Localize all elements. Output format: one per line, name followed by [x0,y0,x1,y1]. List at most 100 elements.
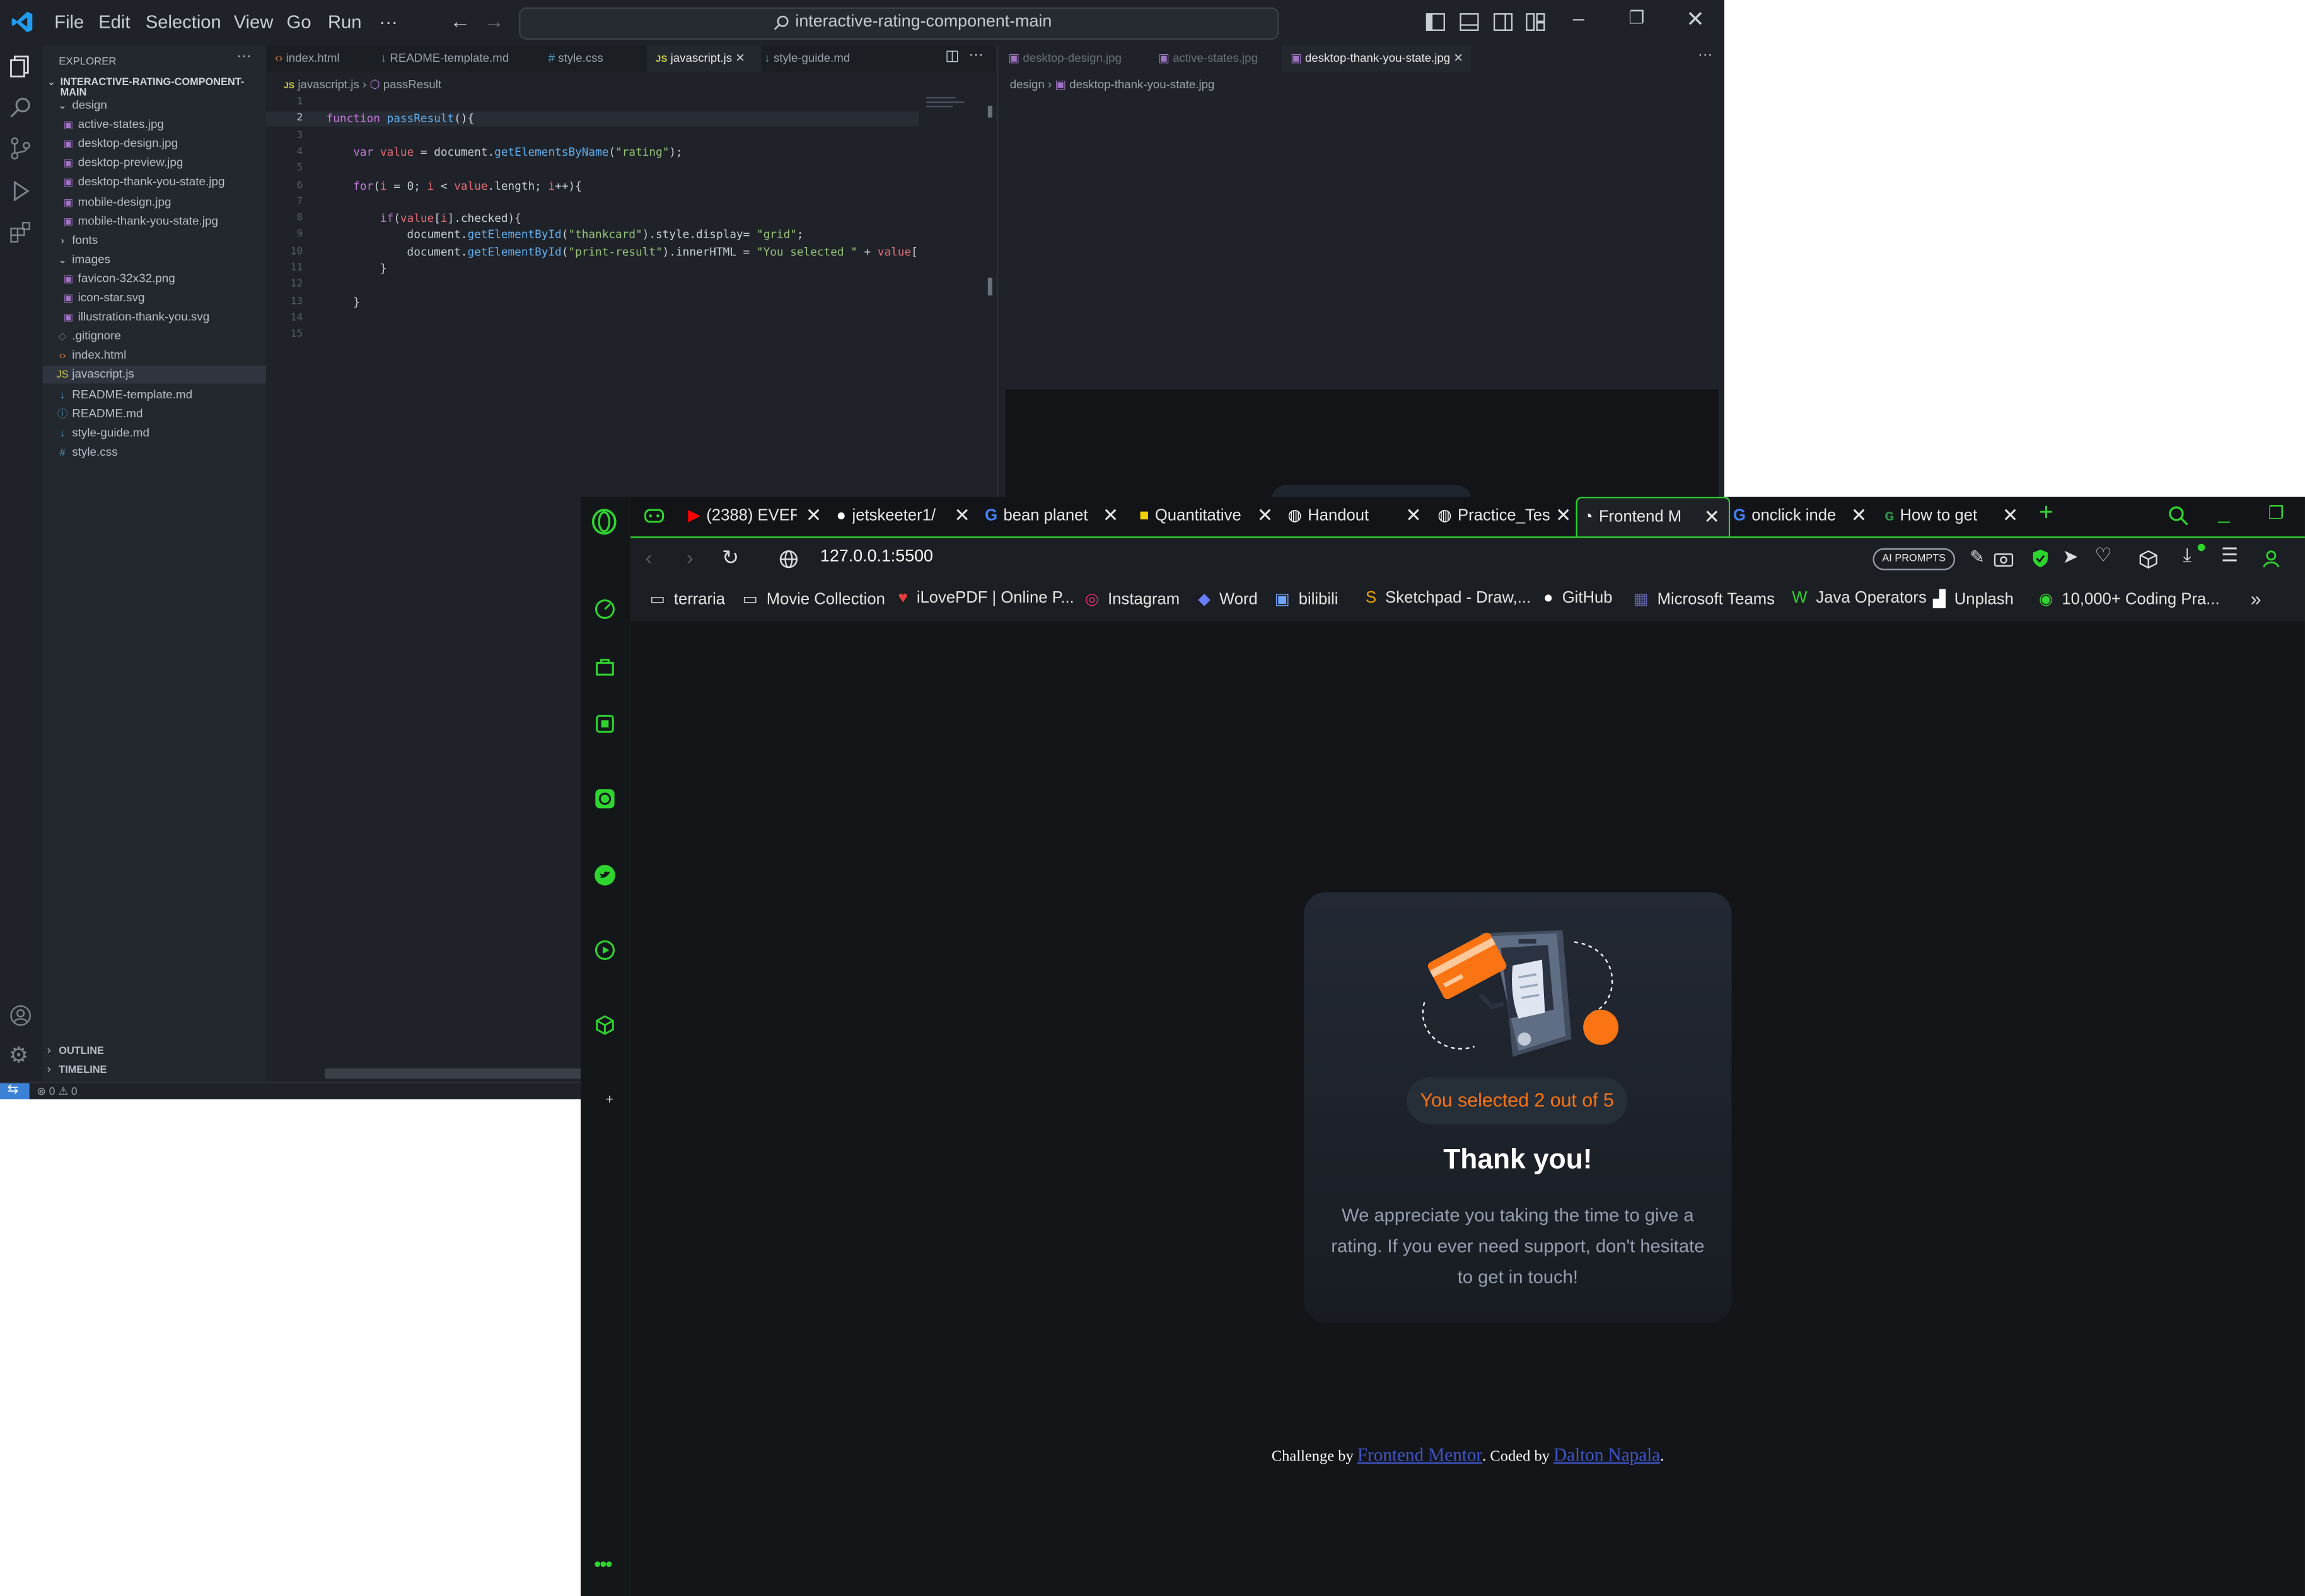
close-tab-icon[interactable]: ✕ [806,497,822,535]
menu-edit[interactable]: Edit [98,12,130,33]
vpn-shield-icon[interactable] [2031,548,2049,569]
file-tree-item[interactable]: ⌄ images [43,251,279,269]
tab-style-css[interactable]: # style.css [549,45,640,72]
file-tree-item[interactable]: ‹› index.html [43,347,279,365]
preview-more-icon[interactable]: ··· [1698,47,1712,64]
horizontal-scrollbar[interactable] [325,1068,583,1079]
speed-dial-icon[interactable] [594,598,616,620]
ai-prompts-button[interactable]: AI PROMPTS [1872,548,1956,570]
bookmark-item[interactable]: W Java Operators [1792,589,1927,607]
extensions-cube-icon[interactable] [2139,550,2157,569]
split-editor-icon[interactable]: ◫ [945,49,959,65]
minimap[interactable] [926,94,970,108]
file-tree-item[interactable]: ▣ mobile-design.jpg [43,194,286,211]
forward-icon[interactable]: › [687,545,694,569]
bookmark-item[interactable]: ▭ Movie Collection [742,589,885,608]
browser-tab[interactable]: ■ Quantitative ✕ [1134,497,1282,535]
profile-icon[interactable] [2262,550,2280,569]
tab-readme-template[interactable]: ↓ README-template.md [381,45,528,72]
file-tree-item[interactable]: ↓ style-guide.md [43,424,279,442]
scrollbar-thumb[interactable] [987,105,992,118]
file-tree-item[interactable]: # style.css [43,444,279,461]
toggle-secondary-sidebar-icon[interactable] [1493,13,1513,31]
file-tree-item[interactable]: ▣ desktop-thank-you-state.jpg [43,174,286,192]
close-tab-icon[interactable]: ✕ [1851,497,1867,535]
file-tree-item[interactable]: › fonts [43,232,279,250]
account-icon[interactable] [9,1003,32,1027]
close-tab-icon[interactable]: ✕ [1103,497,1118,535]
problems-status[interactable]: ⊗ 0 ⚠ 0 [37,1085,77,1098]
tab-index-html[interactable]: ‹› index.html [275,45,375,72]
forward-arrow-icon[interactable]: → [484,9,504,32]
bookmark-heart-icon[interactable]: ♡ [2095,544,2112,567]
browser-tab[interactable]: Gbean planet ✕ [979,497,1127,535]
bookmark-item[interactable]: ◆ Word [1198,589,1258,608]
close-tab-icon[interactable]: ✕ [1257,497,1273,535]
command-center-search[interactable]: interactive-rating-component-main [519,7,1279,40]
browser-tab[interactable]: ● jetskeeter1/ ✕ [830,497,978,535]
edit-icon[interactable]: ✎ [1970,546,1984,567]
explorer-icon[interactable] [9,54,32,78]
close-tab-icon[interactable]: ✕ [1405,497,1421,535]
file-tree-item[interactable]: ▣ icon-star.svg [43,289,286,307]
file-tree-item[interactable]: ▣ favicon-32x32.png [43,270,286,288]
file-tree-item[interactable]: ⌄ design [43,97,279,115]
file-tree-item[interactable]: ◇ .gitignore [43,328,279,345]
tab-desktop-thank-you-state[interactable]: ▣ desktop-thank-you-state.jpg ✕ [1282,45,1473,72]
customize-layout-icon[interactable] [1526,13,1545,31]
file-tree-item[interactable]: ⓘ README.md [43,405,279,423]
toggle-panel-icon[interactable] [1460,13,1479,31]
outline-section[interactable]: OUTLINE [59,1046,104,1056]
shopping-icon[interactable] [594,656,616,678]
more-bookmarks-icon[interactable]: » [2251,588,2261,610]
timeline-section[interactable]: TIMELINE [59,1065,107,1075]
new-tab-icon[interactable]: + [2039,498,2053,528]
bookmark-item[interactable]: ◉ 10,000+ Coding Pra... [2039,589,2220,608]
menu-view[interactable]: View [234,12,274,33]
bookmark-item[interactable]: ▭ terraria [650,589,725,608]
bookmark-item[interactable]: ▦ Microsoft Teams [1633,589,1774,608]
search-tabs-icon[interactable] [2168,506,2189,526]
downloads-icon[interactable]: ⤓ [2183,544,2191,567]
opera-logo-icon[interactable] [591,509,617,535]
close-tab-icon[interactable]: ✕ [2002,497,2018,535]
restore-icon[interactable]: ❐ [1629,8,1644,28]
editor-more-icon[interactable]: ··· [969,47,984,64]
send-icon[interactable]: ➤ [2062,545,2078,569]
file-tree-item[interactable]: ▣ illustration-thank-you.svg [43,309,286,327]
restore-icon[interactable]: ❐ [2268,502,2284,523]
close-tab-icon[interactable]: ✕ [954,497,970,535]
extensions-icon[interactable] [9,221,32,244]
menu-file[interactable]: File [54,12,84,33]
bookmark-item[interactable]: ◎ Instagram [1085,589,1180,608]
file-tree-item[interactable]: ↓ README-template.md [43,386,279,403]
add-sidebar-item-icon[interactable]: + [606,1092,613,1106]
crypto-wallet-icon[interactable] [594,1014,616,1036]
manage-gear-icon[interactable]: ⚙ [9,1042,28,1068]
menu-run[interactable]: Run [328,12,361,33]
menu-go[interactable]: Go [287,12,311,33]
back-icon[interactable]: ‹ [646,545,653,569]
bookmark-item[interactable]: ▟ Unplash [1933,589,2014,608]
file-tree-item[interactable]: ▣ desktop-preview.jpg [43,155,286,173]
sidebar-more-icon[interactable]: ••• [594,1552,613,1575]
search-icon[interactable] [9,96,32,119]
site-info-globe-icon[interactable] [779,550,798,569]
snapshot-camera-icon[interactable] [1994,551,2014,567]
toggle-sidebar-icon[interactable] [1425,13,1445,31]
tab-active-states[interactable]: ▣ active-states.jpg [1158,45,1258,72]
browser-tab[interactable]: ◍ Handout ✕ [1282,497,1430,535]
file-tree-item[interactable]: ▣ mobile-thank-you-state.jpg [43,212,286,230]
reload-icon[interactable]: ↻ [722,545,739,570]
minimize-icon[interactable]: – [1573,6,1584,29]
close-icon[interactable]: ✕ [1686,6,1704,33]
browser-tab[interactable]: ɢ How to get ✕ [1879,497,2027,535]
twitter-icon[interactable] [594,864,616,886]
file-tree-item[interactable]: ▣ active-states.jpg [43,116,286,134]
tab-desktop-design[interactable]: ▣ desktop-design.jpg [1008,45,1121,72]
aria-ai-icon[interactable] [594,713,616,735]
bookmark-item[interactable]: ♥ iLovePDF | Online P... [898,589,1074,607]
author-link[interactable]: Dalton Napala [1553,1445,1660,1466]
close-tab-icon[interactable]: ✕ [1555,497,1571,535]
run-debug-icon[interactable] [9,179,32,202]
